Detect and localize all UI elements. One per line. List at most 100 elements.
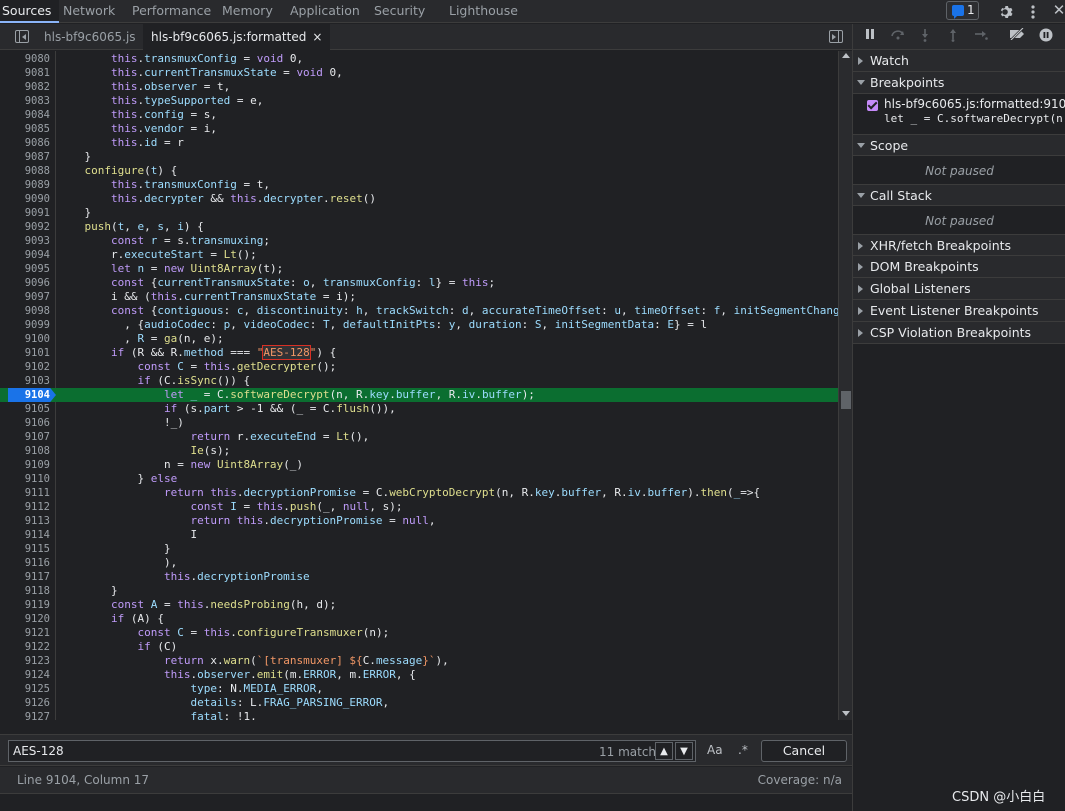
breakpoint-checkbox[interactable] [867,100,878,111]
section-global-listeners[interactable]: Global Listeners [853,278,1065,300]
section-csp-violation-breakpoints[interactable]: CSP Violation Breakpoints [853,322,1065,344]
line-number[interactable]: 9112 [0,500,50,514]
line-number[interactable]: 9108 [0,444,50,458]
code-line[interactable]: 9118 } [0,584,838,598]
code-line[interactable]: 9096 const {currentTransmuxState: o, tra… [0,276,838,290]
code-line[interactable]: 9125 type: N.MEDIA_ERROR, [0,682,838,696]
code-line[interactable]: 9080 this.transmuxConfig = void 0, [0,52,838,66]
line-number[interactable]: 9115 [0,542,50,556]
code-line[interactable]: 9111 return this.decryptionPromise = C.w… [0,486,838,500]
line-number[interactable]: 9098 [0,304,50,318]
code-line[interactable]: 9109 n = new Uint8Array(_) [0,458,838,472]
regex-button[interactable]: .* [738,743,748,757]
code-line[interactable]: 9086 this.id = r [0,136,838,150]
line-number[interactable]: 9102 [0,360,50,374]
tab-performance[interactable]: Performance [132,0,211,23]
code-line[interactable]: 9094 r.executeStart = Lt(); [0,248,838,262]
code-line[interactable]: 9100 , R = ga(n, e); [0,332,838,346]
scroll-down-icon[interactable] [842,711,850,716]
line-number[interactable]: 9104 [0,388,50,402]
line-number[interactable]: 9083 [0,94,50,108]
line-number[interactable]: 9086 [0,136,50,150]
code-line[interactable]: 9106 !_) [0,416,838,430]
line-number[interactable]: 9105 [0,402,50,416]
close-tab-icon[interactable]: × [312,30,322,44]
line-number[interactable]: 9106 [0,416,50,430]
line-number[interactable]: 9113 [0,514,50,528]
line-number[interactable]: 9127 [0,710,50,720]
code-line[interactable]: 9112 const I = this.push(_, null, s); [0,500,838,514]
code-line[interactable]: 9108 Ie(s); [0,444,838,458]
section-breakpoints[interactable]: Breakpoints [853,72,1065,94]
line-number[interactable]: 9084 [0,108,50,122]
scroll-thumb[interactable] [841,391,851,409]
code-line[interactable]: 9120 if (A) { [0,612,838,626]
code-line[interactable]: 9085 this.vendor = i, [0,122,838,136]
code-line[interactable]: 9102 const C = this.getDecrypter(); [0,360,838,374]
line-number[interactable]: 9125 [0,682,50,696]
cancel-search-button[interactable]: Cancel [761,740,847,762]
tab-lighthouse[interactable]: Lighthouse [449,0,518,23]
current-line[interactable]: 9104 let _ = C.softwareDecrypt(n, R.key.… [0,388,838,402]
prev-match-button[interactable]: ▲ [655,742,673,760]
line-number[interactable]: 9111 [0,486,50,500]
line-number[interactable]: 9117 [0,570,50,584]
line-number[interactable]: 9122 [0,640,50,654]
file-tab-hls[interactable]: hls-bf9c6065.js [44,24,136,50]
code-line[interactable]: 9098 const {contiguous: c, discontinuity… [0,304,840,318]
code-line[interactable]: 9082 this.observer = t, [0,80,838,94]
code-line[interactable]: 9087 } [0,150,838,164]
line-number[interactable]: 9118 [0,584,50,598]
step-out-icon[interactable] [948,28,958,46]
tab-application[interactable]: Application [290,0,360,23]
line-number[interactable]: 9081 [0,66,50,80]
line-number[interactable]: 9080 [0,52,50,66]
code-line[interactable]: 9095 let n = new Uint8Array(t); [0,262,838,276]
line-number[interactable]: 9109 [0,458,50,472]
tab-sources[interactable]: Sources [0,0,60,23]
gear-icon[interactable] [995,0,1015,23]
code-editor[interactable]: 9080 this.transmuxConfig = void 0, 9081 t… [0,51,852,720]
section-scope[interactable]: Scope [853,134,1065,156]
vertical-scrollbar[interactable] [838,51,852,720]
match-case-button[interactable]: Aa [707,743,723,757]
code-line[interactable]: 9127 fatal: !1, [0,710,838,720]
line-number[interactable]: 9116 [0,556,50,570]
code-line[interactable]: 9123 return x.warn(`[transmuxer] ${C.mes… [0,654,838,668]
code-line[interactable]: 9101 if (R && R.method === "AES-128") { [0,345,838,360]
code-line[interactable]: 9110 } else [0,472,838,486]
line-number[interactable]: 9094 [0,248,50,262]
line-number[interactable]: 9090 [0,192,50,206]
coverage-status[interactable]: Coverage: n/a [758,773,842,787]
line-number[interactable]: 9114 [0,528,50,542]
code-line[interactable]: 9115 } [0,542,838,556]
scroll-up-icon[interactable] [842,53,850,58]
tab-network[interactable]: Network [63,0,115,23]
code-line[interactable]: 9089 this.transmuxConfig = t, [0,178,838,192]
toggle-navigator-icon[interactable] [15,30,29,43]
section-call-stack[interactable]: Call Stack [853,184,1065,206]
line-number[interactable]: 9100 [0,332,50,346]
line-number[interactable]: 9082 [0,80,50,94]
code-line[interactable]: 9126 details: L.FRAG_PARSING_ERROR, [0,696,838,710]
breakpoint-item[interactable]: hls-bf9c6065.js:formatted:9104 let _ = C… [853,96,1065,130]
code-line[interactable]: 9093 const r = s.transmuxing; [0,234,838,248]
line-number[interactable]: 9107 [0,430,50,444]
pause-on-exceptions-icon[interactable] [1039,28,1053,46]
code-line[interactable]: 9097 i && (this.currentTransmuxState = i… [0,290,838,304]
code-line[interactable]: 9117 this.decryptionPromise [0,570,838,584]
pause-icon[interactable] [865,28,875,44]
section-event-listener-breakpoints[interactable]: Event Listener Breakpoints [853,300,1065,322]
code-line[interactable]: 9103 if (C.isSync()) { [0,374,838,388]
line-number[interactable]: 9088 [0,164,50,178]
code-line[interactable]: 9107 return r.executeEnd = Lt(), [0,430,838,444]
deactivate-breakpoints-icon[interactable] [1008,27,1026,44]
code-line[interactable]: 9084 this.config = s, [0,108,838,122]
step-into-icon[interactable] [920,28,930,46]
code-line[interactable]: 9119 const A = this.needsProbing(h, d); [0,598,838,612]
search-field[interactable]: 11 matches [8,740,696,762]
line-number[interactable]: 9101 [0,346,50,360]
next-match-button[interactable]: ▼ [675,742,693,760]
code-line[interactable]: 9124 this.observer.emit(m.ERROR, m.ERROR… [0,668,838,682]
code-line[interactable]: 9099 , {audioCodec: p, videoCodec: T, de… [0,318,838,332]
